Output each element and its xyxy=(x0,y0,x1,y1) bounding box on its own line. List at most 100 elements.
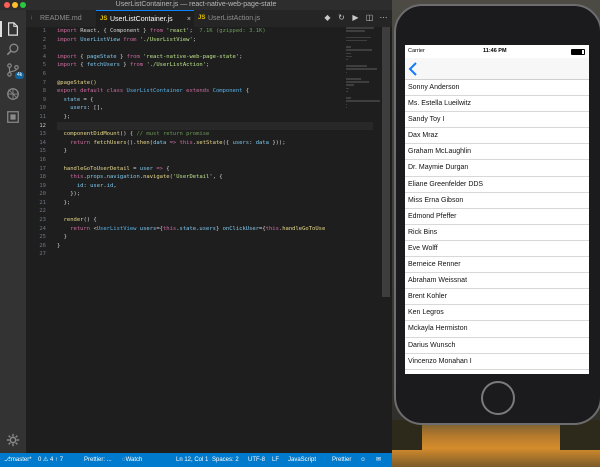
code-line[interactable]: users: [], xyxy=(57,104,373,113)
code-line[interactable]: } xyxy=(57,233,373,242)
code-token: UserListView xyxy=(80,36,124,43)
user-list-item[interactable]: Dax Mraz xyxy=(405,128,589,145)
minimap-line xyxy=(346,55,353,58)
vscode-window: UserListContainer.js — react-native-web-… xyxy=(0,0,392,467)
explorer-icon[interactable] xyxy=(6,22,20,36)
run-icon[interactable]: ▶ xyxy=(351,13,360,23)
editor-scrollbar[interactable] xyxy=(382,27,390,297)
line-number: 21 xyxy=(39,199,46,206)
title-bar: UserListContainer.js — react-native-web-… xyxy=(0,0,392,10)
code-token: data xyxy=(153,139,170,146)
code-line[interactable]: this.props.navigation.navigate('UserDeta… xyxy=(57,173,373,182)
extensions-icon[interactable] xyxy=(6,110,20,124)
user-list-item[interactable]: Graham McLaughlin xyxy=(405,144,589,161)
code-token: Component xyxy=(212,88,246,95)
code-line[interactable]: import React, { Component } from 'react'… xyxy=(57,27,373,36)
open-changes-icon[interactable]: ◆ xyxy=(323,13,332,23)
indentation[interactable]: Spaces: 2 xyxy=(212,453,239,467)
editor-tab-bar: ↓ README.md JS UserListContainer.js × JS… xyxy=(26,10,392,27)
user-list-item[interactable]: Brent Kohler xyxy=(405,289,589,306)
user-list-item[interactable]: Berneice Renner xyxy=(405,257,589,274)
code-line[interactable]: return fetchUsers().then(data => this.se… xyxy=(57,139,373,148)
code-line[interactable] xyxy=(57,121,373,131)
code-line[interactable]: handleGoToUserDetail = user => { xyxy=(57,165,373,174)
user-list-item[interactable]: Edmond Pfeffer xyxy=(405,209,589,225)
line-number: 25 xyxy=(39,234,46,241)
code-line[interactable] xyxy=(57,44,373,53)
watch-button[interactable]: ◌ Watch xyxy=(122,453,142,467)
code-line[interactable]: } xyxy=(57,147,373,156)
navigation-bar xyxy=(405,58,589,80)
more-actions-icon[interactable]: ⋯ xyxy=(379,13,388,23)
code-line[interactable]: }; xyxy=(57,113,373,122)
code-line[interactable]: return <UserListView users={this.state.u… xyxy=(57,225,373,234)
code-line[interactable]: @pageState() xyxy=(57,79,373,88)
debug-icon[interactable] xyxy=(6,87,20,101)
language-mode[interactable]: JavaScript xyxy=(288,453,316,467)
user-list-item[interactable]: Abraham Weissnat xyxy=(405,273,589,290)
code-token: then xyxy=(136,139,150,146)
code-token: () { xyxy=(119,131,137,138)
user-list: Sonny Anderson Ms. Estella Lueilwitz Sandy… xyxy=(405,80,589,374)
user-list-item[interactable]: Eliane Greenfelder DDS xyxy=(405,177,589,193)
problems-indicator[interactable]: 0 ⚠ 4 ↑ 7 xyxy=(38,453,63,467)
close-tab-icon[interactable]: × xyxy=(187,11,191,28)
code-token: (). xyxy=(126,139,137,146)
cursor-position[interactable]: Ln 12, Col 1 xyxy=(176,453,208,467)
user-list-item[interactable]: Miss Erna Gibson xyxy=(405,193,589,209)
code-line[interactable]: }; xyxy=(57,199,373,208)
code-lines[interactable]: import React, { Component } from 'react'… xyxy=(57,27,373,259)
code-line[interactable]: } xyxy=(57,242,373,251)
line-endings[interactable]: LF xyxy=(272,453,279,467)
code-token: navigate xyxy=(143,174,170,181)
user-list-item[interactable]: Darius Wunsch xyxy=(405,338,589,354)
settings-gear-icon[interactable] xyxy=(6,433,20,447)
code-token: } xyxy=(119,53,127,60)
tab-userlistcontainer[interactable]: JS UserListContainer.js × xyxy=(96,10,194,27)
prettier-status-right[interactable]: Prettier xyxy=(332,453,351,467)
user-list-item[interactable]: Mckayla Hermiston xyxy=(405,321,589,338)
user-list-item[interactable]: Eve Wolff xyxy=(405,241,589,258)
code-line[interactable]: render() { xyxy=(57,216,373,225)
git-compare-icon[interactable]: ↻ xyxy=(337,13,346,23)
user-list-item[interactable]: Sandy Toy I xyxy=(405,112,589,129)
user-list-item[interactable]: Ken Legros xyxy=(405,305,589,322)
notifications-bell-icon[interactable]: ✉ xyxy=(376,453,381,467)
user-list-item[interactable]: Ms. Estella Lueilwitz xyxy=(405,96,589,113)
code-line[interactable]: state = { xyxy=(57,96,373,105)
code-line[interactable]: import { fetchUsers } from './UserListAc… xyxy=(57,61,373,70)
tab-readme[interactable]: ↓ README.md xyxy=(26,10,96,27)
code-line[interactable]: export default class UserListContainer e… xyxy=(57,87,373,96)
code-line[interactable] xyxy=(57,70,373,79)
minimap-line xyxy=(346,65,367,67)
code-editor[interactable]: 1 2 3 4 5 6 7 8 9 10 11 12 13 14 15 16 17 18 19 20 21 22 23 24 2… xyxy=(26,27,392,453)
prettier-status-left[interactable]: Prettier: ... xyxy=(84,453,112,467)
code-line[interactable] xyxy=(57,156,373,165)
code-line[interactable]: import UserListView from './UserListView… xyxy=(57,36,373,45)
code-token: from xyxy=(149,28,167,34)
user-list-item[interactable]: Dr. Maymie Durgan xyxy=(405,160,589,177)
code-line[interactable]: }); xyxy=(57,190,373,199)
branch-indicator[interactable]: ⎇ master* xyxy=(4,453,32,467)
user-list-item[interactable]: Vincenzo Monahan I xyxy=(405,354,589,370)
code-line[interactable] xyxy=(57,207,373,216)
code-line[interactable] xyxy=(57,250,373,259)
code-token: import xyxy=(57,53,81,60)
code-line[interactable]: id: user.id, xyxy=(57,182,373,191)
search-icon[interactable] xyxy=(6,42,20,56)
simulator-screen[interactable]: Carrier 11:46 PM Sonny Anderson Ms. Estel… xyxy=(405,45,589,374)
code-line[interactable]: import { pageState } from 'react-native-… xyxy=(57,53,373,62)
user-list-item[interactable]: Rosemary Lehner xyxy=(405,370,589,375)
code-token: UserListContainer xyxy=(126,88,187,95)
user-list-item[interactable]: Rick Bins xyxy=(405,225,589,241)
user-list-item[interactable]: Sonny Anderson xyxy=(405,80,589,97)
feedback-icon[interactable]: ☺ xyxy=(360,453,366,467)
code-line[interactable]: componentDidMount() { // must return pro… xyxy=(57,130,373,139)
encoding[interactable]: UTF-8 xyxy=(248,453,265,467)
tab-userlistaction[interactable]: JS UserListAction.js xyxy=(194,10,284,27)
back-chevron-icon[interactable] xyxy=(408,62,418,76)
code-token: pageState xyxy=(86,53,120,60)
minimap[interactable] xyxy=(346,27,382,257)
split-editor-icon[interactable]: ◫ xyxy=(365,13,374,23)
home-button[interactable] xyxy=(481,381,515,415)
